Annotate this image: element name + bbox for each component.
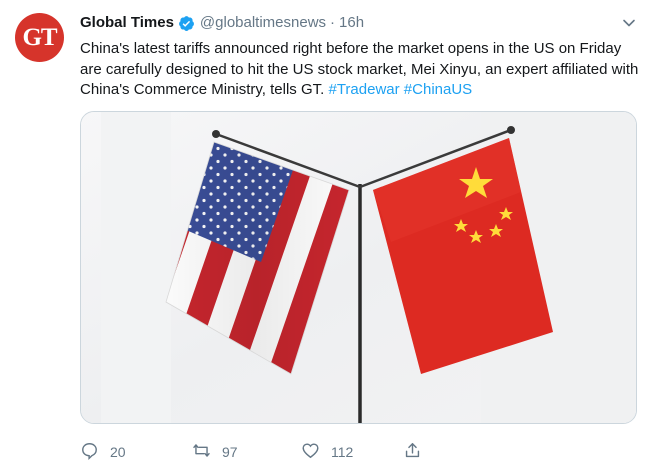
reply-button[interactable]: 20: [80, 440, 126, 464]
tweet-header: Global Times @globaltimesnews · 16h: [80, 13, 364, 33]
tweet-media-photo[interactable]: [80, 111, 637, 424]
timestamp[interactable]: 16h: [339, 13, 364, 33]
tweet-card[interactable]: GT Global Times @globaltimesnews · 16h C…: [0, 0, 654, 472]
header-separator: ·: [330, 14, 336, 31]
reply-icon: [80, 441, 99, 463]
like-button[interactable]: 112: [301, 440, 353, 464]
hashtag-chinaus[interactable]: #ChinaUS: [404, 81, 472, 98]
chevron-down-icon[interactable]: [622, 16, 636, 30]
avatar[interactable]: GT: [15, 13, 64, 62]
user-handle[interactable]: @globaltimesnews: [200, 13, 326, 33]
share-icon: [403, 441, 422, 463]
reply-count: 20: [110, 444, 126, 460]
share-button[interactable]: [403, 440, 422, 464]
tweet-actions: 20 97 112: [80, 440, 480, 464]
retweet-count: 97: [222, 444, 238, 460]
flags-photo: [81, 112, 636, 423]
verified-badge-icon: [178, 15, 195, 32]
display-name[interactable]: Global Times: [80, 13, 174, 33]
retweet-icon: [192, 441, 211, 463]
like-count: 112: [331, 444, 354, 460]
avatar-logo-text: GT: [22, 23, 57, 51]
hashtag-tradewar[interactable]: #Tradewar: [328, 81, 399, 98]
tweet-text: China's latest tariffs announced right b…: [80, 39, 640, 101]
retweet-button[interactable]: 97: [192, 440, 238, 464]
heart-icon: [301, 441, 320, 463]
